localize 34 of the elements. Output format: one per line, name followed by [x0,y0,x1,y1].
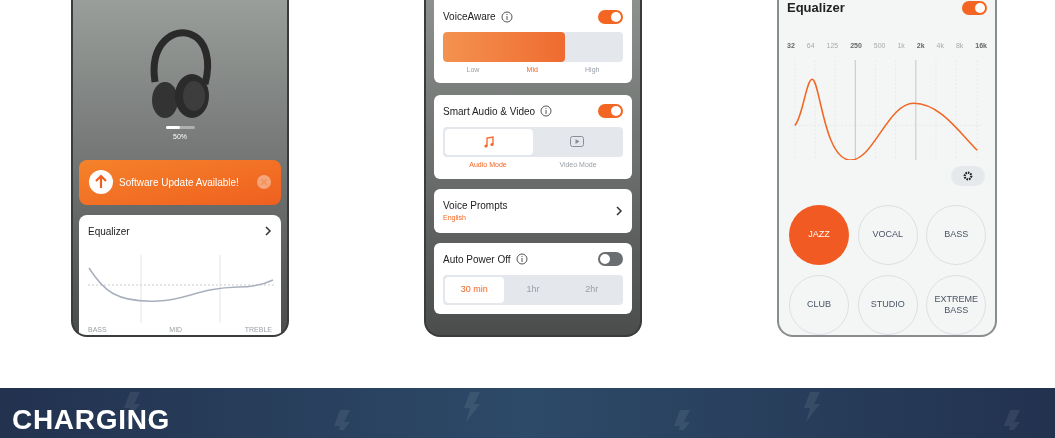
toggle-switch[interactable] [598,9,623,24]
music-note-icon [483,135,495,148]
close-button[interactable] [257,175,271,189]
info-icon[interactable] [515,253,528,265]
setting-title: Auto Power Off [443,252,511,267]
banner-title: CHARGING [12,406,171,437]
toggle-switch[interactable] [962,0,987,15]
timer-option[interactable]: 30 min [445,276,504,303]
chevron-right-icon[interactable] [615,204,623,217]
chevron-right-icon[interactable] [264,225,272,237]
settings-button[interactable] [951,165,985,186]
level-slider[interactable] [443,32,623,62]
screen-title: Equalizer [787,1,845,14]
preset-button[interactable]: EXTREME BASS [926,275,987,335]
setting-title: VoiceAware [443,10,496,24]
mode-tab[interactable] [445,128,533,155]
preset-button[interactable]: CLUB [789,275,849,335]
settings-icon [963,170,973,181]
preset-button[interactable]: JAZZ [789,205,849,265]
slider-fill[interactable] [443,32,566,62]
setting-title: Voice Prompts [443,199,508,213]
timer-option[interactable]: 2hr [562,276,621,303]
card-title: Equalizer [88,224,130,239]
preset-button[interactable]: STUDIO [857,275,918,335]
toggle-switch[interactable] [598,252,623,266]
update-banner[interactable]: Software Update Available! [79,159,281,205]
toggle-switch[interactable] [598,104,623,118]
setting-title: Smart Audio & Video [443,104,536,119]
update-message: Software Update Available! [119,175,240,190]
play-icon [570,136,584,147]
info-icon[interactable] [540,105,553,117]
info-icon[interactable] [500,10,513,23]
close-icon [261,179,267,185]
timer-option[interactable]: 1hr [503,276,563,303]
